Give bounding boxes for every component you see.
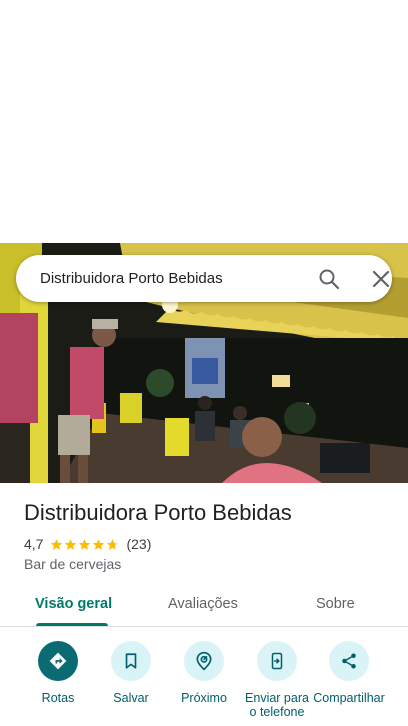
search-bar[interactable]: Distribuidora Porto Bebidas [16, 255, 392, 302]
close-icon[interactable] [369, 267, 393, 291]
send-to-phone-button[interactable]: Enviar para o telefone [237, 641, 317, 719]
nearby-button[interactable]: Próximo [164, 641, 244, 705]
share-button[interactable]: Compartilhar [309, 641, 389, 705]
bookmark-icon [111, 641, 151, 681]
review-count[interactable]: (23) [126, 536, 151, 552]
star-icon [79, 538, 91, 550]
search-icon[interactable] [317, 267, 341, 291]
directions-label: Rotas [41, 691, 75, 705]
tab-reviews[interactable]: Avaliações [168, 596, 238, 612]
nearby-label: Próximo [181, 691, 227, 705]
place-category: Bar de cervejas [24, 556, 122, 572]
place-tabs: Visão geral Avaliações Sobre [0, 585, 408, 627]
share-icon [329, 641, 369, 681]
share-label: Compartilhar [313, 691, 385, 705]
save-label: Salvar [113, 691, 149, 705]
half-star-icon [107, 538, 119, 550]
star-icon [65, 538, 77, 550]
star-icon [51, 538, 63, 550]
rating-row[interactable]: 4,7 (23) [24, 535, 151, 553]
search-query[interactable]: Distribuidora Porto Bebidas [40, 270, 223, 287]
tab-overview[interactable]: Visão geral [35, 596, 112, 612]
send-to-phone-label: Enviar para o telefone [245, 691, 309, 719]
map-blank-area [0, 0, 408, 243]
directions-button[interactable]: Rotas [18, 641, 98, 705]
tab-about[interactable]: Sobre [316, 596, 355, 612]
rating-value: 4,7 [24, 536, 44, 552]
star-icon [93, 538, 105, 550]
save-button[interactable]: Salvar [91, 641, 171, 705]
action-bar: Rotas Salvar Próximo Enviar para o telef… [0, 641, 408, 726]
send-to-phone-icon [257, 641, 297, 681]
tab-active-indicator [36, 623, 108, 626]
directions-icon [38, 641, 78, 681]
star-rating [50, 538, 120, 551]
place-title: Distribuidora Porto Bebidas [24, 500, 292, 525]
nearby-icon [184, 641, 224, 681]
